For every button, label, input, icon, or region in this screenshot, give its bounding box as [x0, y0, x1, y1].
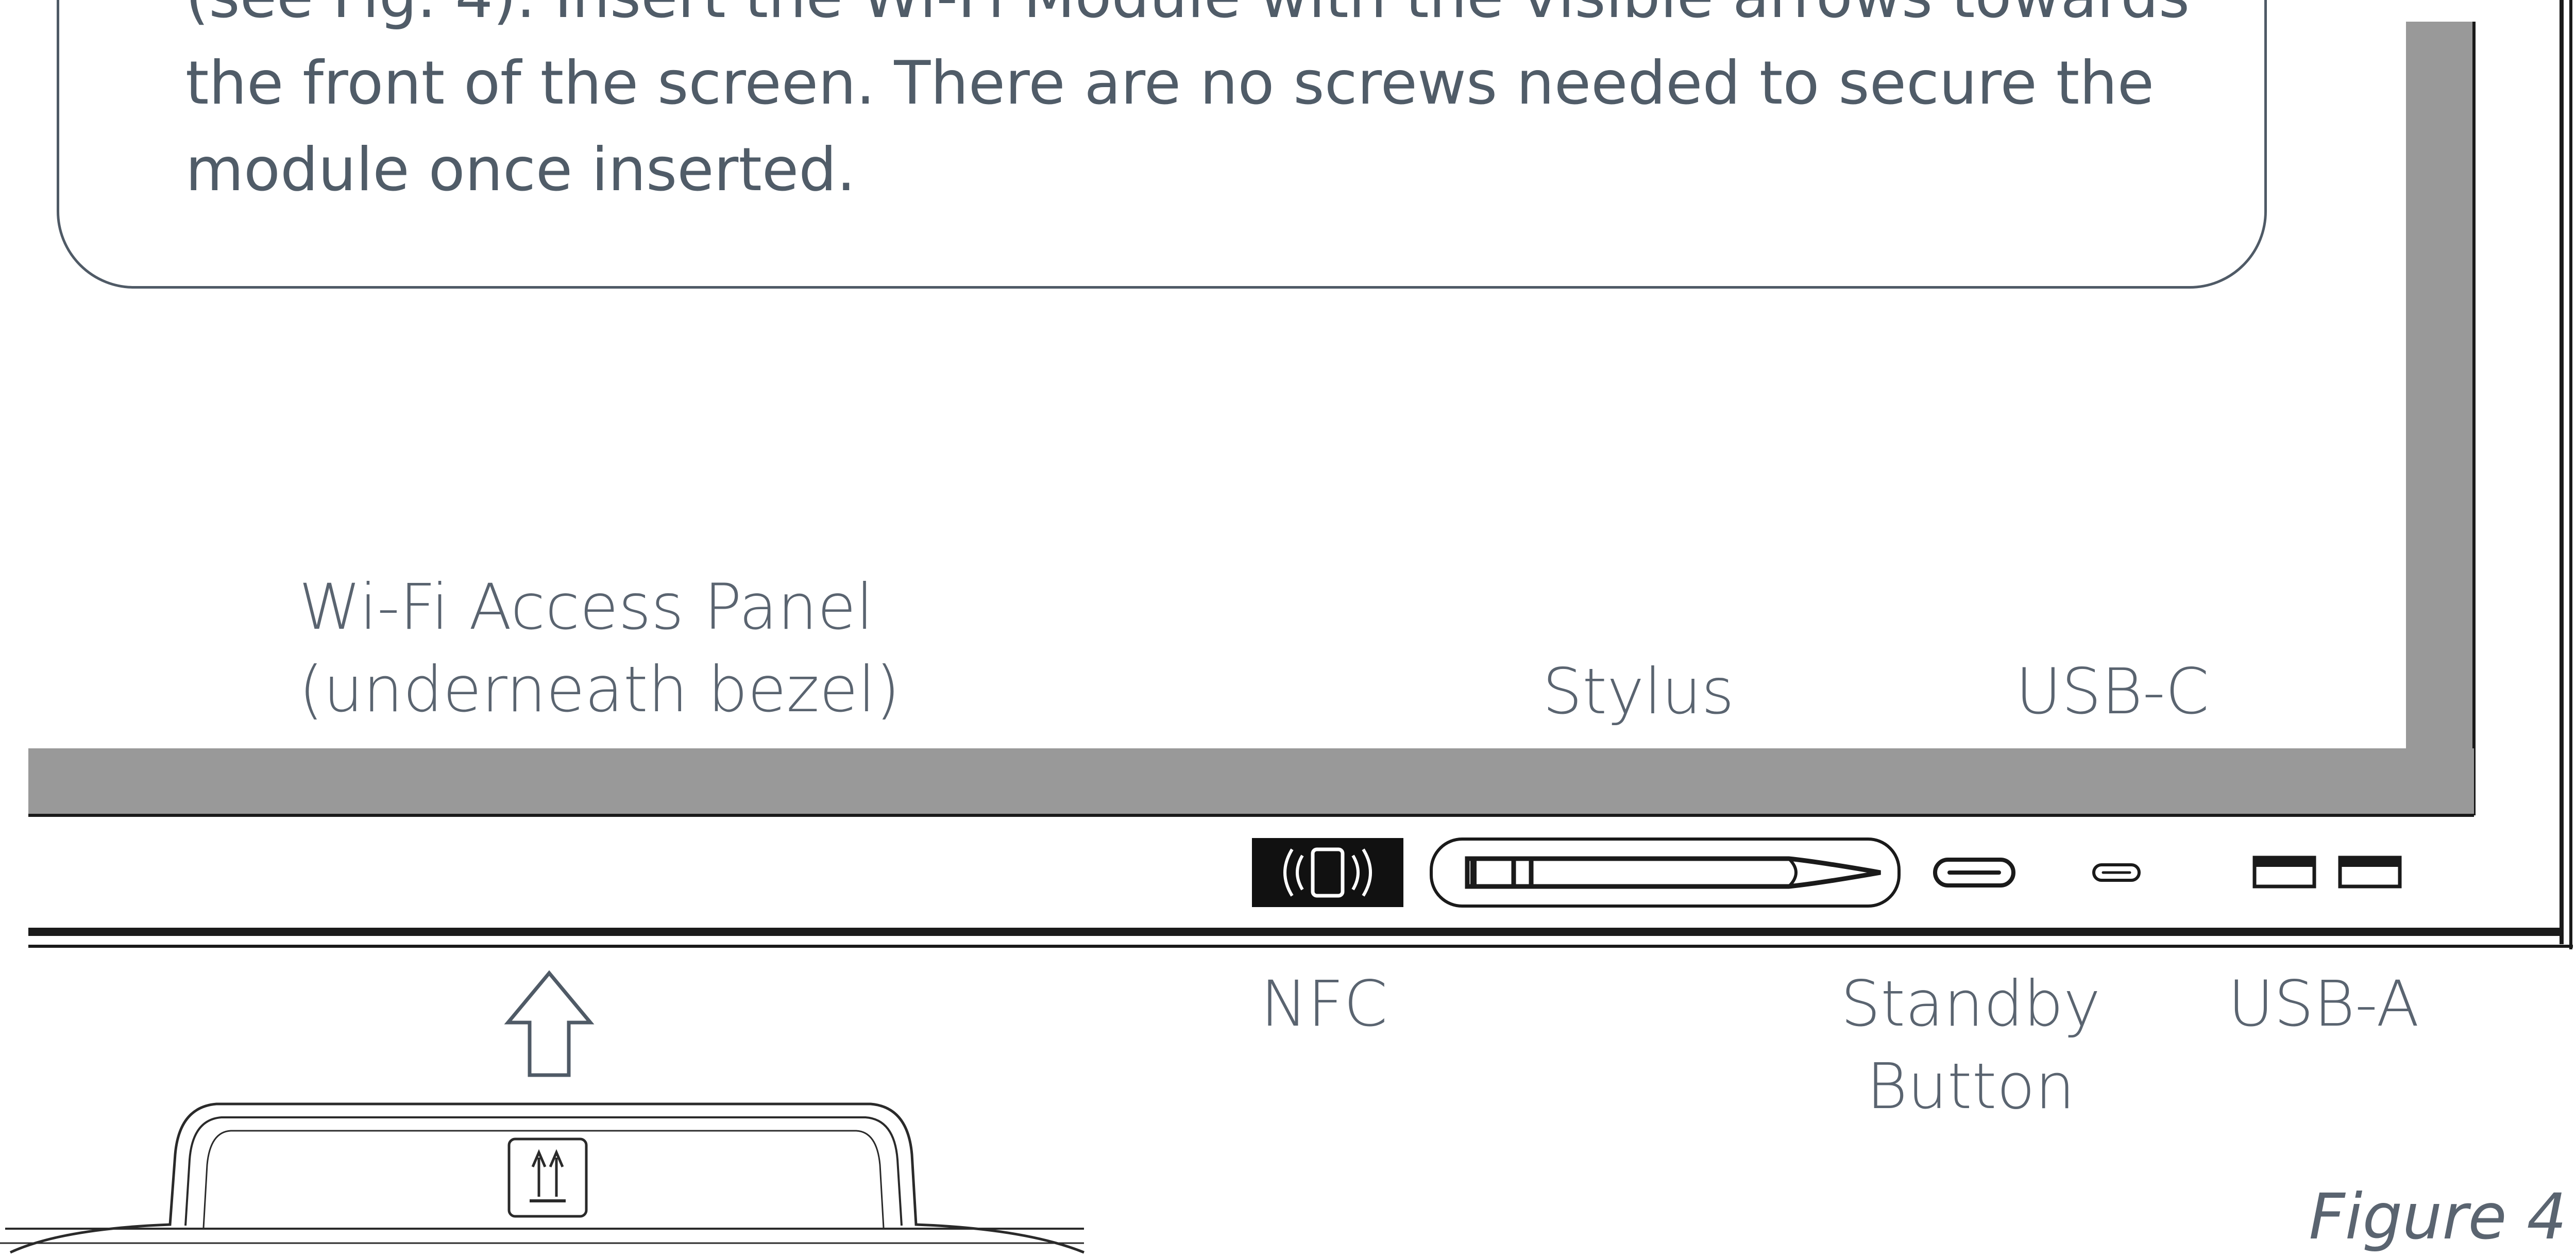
standby-button-icon	[1933, 858, 2015, 887]
nfc-icon	[1252, 838, 1403, 907]
usb-a-port-icon	[2252, 856, 2402, 889]
stylus-label: Stylus	[1542, 655, 1735, 728]
figure-4-diagram: (see Fig. 4). Insert the Wi-Fi Module wi…	[0, 0, 2576, 1256]
insert-direction-arrow-icon	[504, 970, 595, 1077]
instruction-line-2: the front of the screen. There are no sc…	[185, 48, 2155, 118]
usb-a-label: USB-A	[2228, 967, 2419, 1041]
right-bezel	[2406, 22, 2473, 815]
nfc-label: NFC	[1260, 967, 1388, 1041]
instruction-line-1: (see Fig. 4). Insert the Wi-Fi Module wi…	[185, 0, 2195, 40]
standby-button-label: Standby Button	[1834, 963, 2107, 1128]
bottom-bezel	[28, 748, 2474, 814]
instruction-text: (see Fig. 4). Insert the Wi-Fi Module wi…	[185, 0, 2195, 213]
standby-button-label-line1: Standby	[1840, 967, 2101, 1041]
figure-caption: Figure 4	[2309, 1180, 2567, 1253]
instruction-line-3: module once inserted.	[185, 135, 856, 205]
usb-c-label: USB-C	[2015, 655, 2209, 728]
standby-button-label-line2: Button	[1866, 1050, 2075, 1123]
stylus-icon	[1430, 838, 1901, 908]
wifi-access-panel-label-line2: (underneath bezel)	[299, 653, 900, 726]
this-way-up-icon	[507, 1137, 588, 1218]
wifi-access-panel-label-line1: Wi-Fi Access Panel	[299, 571, 874, 644]
wifi-access-panel-label: Wi-Fi Access Panel (underneath bezel)	[299, 566, 900, 731]
usb-c-port-icon	[2092, 863, 2141, 882]
